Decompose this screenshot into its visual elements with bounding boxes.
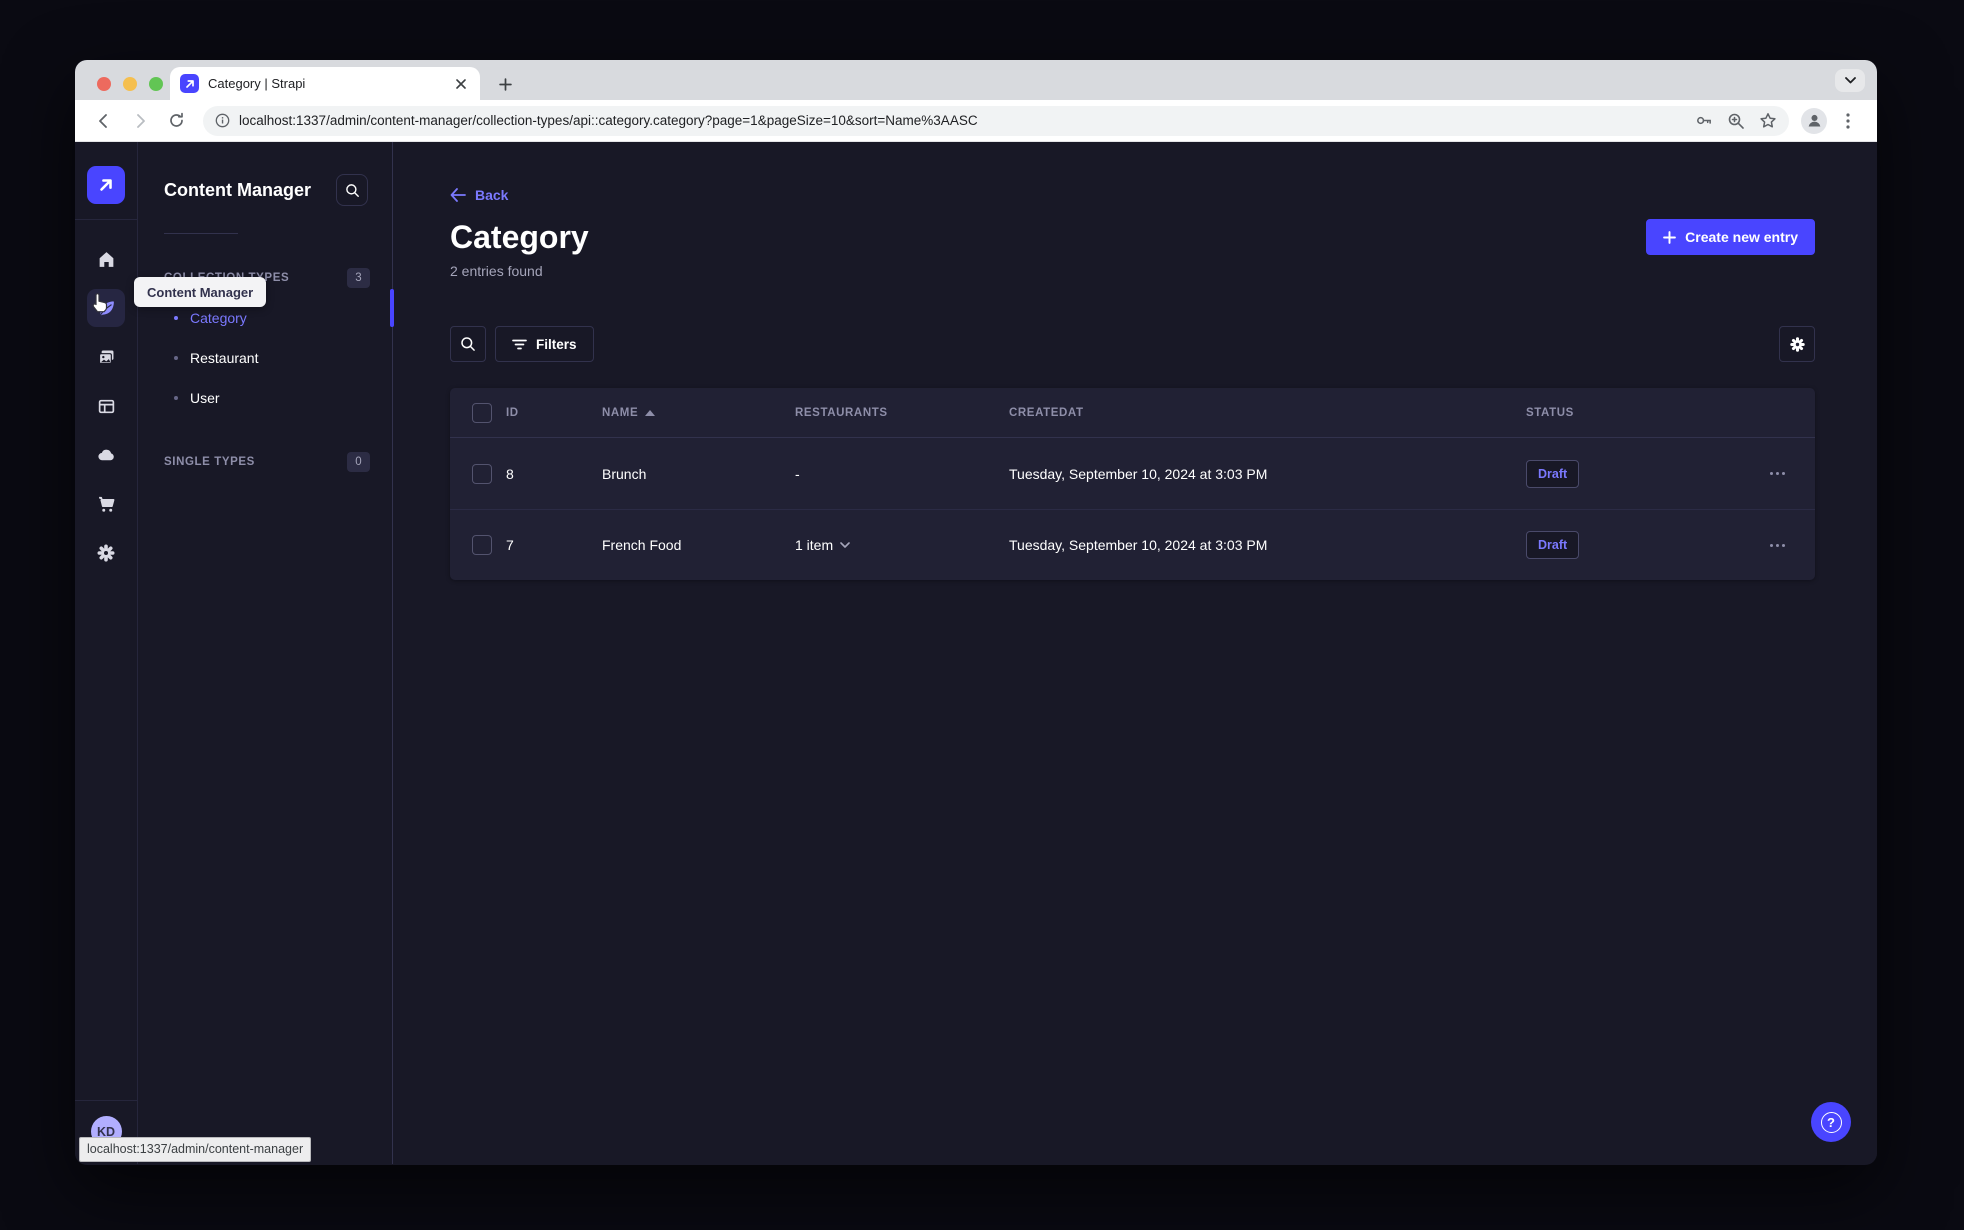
cell-restaurants: - bbox=[795, 465, 800, 482]
rail-footer-divider bbox=[75, 1100, 138, 1101]
cell-id: 7 bbox=[506, 537, 514, 553]
bullet-icon bbox=[174, 316, 178, 320]
column-header-status[interactable]: STATUS bbox=[1526, 407, 1740, 419]
minimize-window-button[interactable] bbox=[123, 77, 137, 91]
page-info-icon[interactable] bbox=[215, 113, 230, 128]
browser-window: Category | Strapi localhost:1337/admin/c… bbox=[75, 60, 1877, 1165]
strapi-admin: KD Content Manager COLLECTION TYPES 3 Ca… bbox=[75, 142, 1877, 1164]
tab-search-chevron-icon[interactable] bbox=[1835, 69, 1865, 92]
maximize-window-button[interactable] bbox=[149, 77, 163, 91]
filter-icon bbox=[512, 339, 527, 349]
column-header-createdat[interactable]: CREATEDAT bbox=[1009, 407, 1526, 419]
strapi-logo-icon[interactable] bbox=[87, 166, 125, 204]
bullet-icon bbox=[174, 356, 178, 360]
select-all-checkbox[interactable] bbox=[472, 402, 492, 423]
table-row[interactable]: 7 French Food 1 item Tuesday, September … bbox=[450, 509, 1815, 580]
subnav-divider bbox=[164, 233, 238, 234]
home-icon[interactable] bbox=[87, 240, 125, 278]
browser-profile-icon[interactable] bbox=[1801, 107, 1827, 134]
hand-cursor-icon bbox=[88, 292, 110, 316]
subnav-item-user[interactable]: User bbox=[138, 378, 392, 418]
back-arrow-icon bbox=[450, 188, 466, 202]
row-actions-menu-icon[interactable] bbox=[1740, 543, 1815, 547]
main-content: Back Category 2 entries found Create new… bbox=[393, 142, 1877, 1164]
column-header-restaurants[interactable]: RESTAURANTS bbox=[795, 407, 1009, 419]
bullet-icon bbox=[174, 396, 178, 400]
table-search-button[interactable] bbox=[450, 326, 486, 362]
cell-restaurants[interactable]: 1 item bbox=[795, 537, 1009, 553]
chevron-down-icon bbox=[840, 542, 850, 548]
filters-button[interactable]: Filters bbox=[495, 326, 594, 362]
page-title: Category bbox=[450, 219, 589, 255]
close-window-button[interactable] bbox=[97, 77, 111, 91]
browser-menu-icon[interactable] bbox=[1833, 106, 1863, 136]
cell-name: French Food bbox=[602, 537, 682, 553]
back-icon[interactable] bbox=[89, 106, 119, 136]
subnav-search-button[interactable] bbox=[336, 174, 368, 206]
content-type-builder-icon[interactable] bbox=[87, 387, 125, 425]
password-key-icon[interactable] bbox=[1694, 111, 1713, 130]
url-text[interactable]: localhost:1337/admin/content-manager/col… bbox=[239, 113, 1685, 128]
link-status-bar: localhost:1337/admin/content-manager bbox=[79, 1137, 312, 1162]
window-controls bbox=[97, 77, 163, 91]
zoom-icon[interactable] bbox=[1727, 112, 1745, 130]
row-checkbox[interactable] bbox=[472, 535, 492, 555]
subnav-item-restaurant[interactable]: Restaurant bbox=[138, 338, 392, 378]
tab-title: Category | Strapi bbox=[208, 76, 306, 91]
marketplace-cart-icon[interactable] bbox=[87, 485, 125, 523]
sort-ascending-icon bbox=[645, 409, 656, 416]
new-tab-button[interactable] bbox=[493, 72, 517, 96]
single-types-label: SINGLE TYPES bbox=[164, 456, 255, 468]
question-mark-icon: ? bbox=[1820, 1111, 1842, 1133]
deploy-cloud-icon[interactable] bbox=[87, 436, 125, 474]
column-header-id[interactable]: ID bbox=[506, 407, 602, 419]
entries-table: ID NAME RESTAURANTS CREATEDAT STATUS 8 B… bbox=[450, 388, 1815, 580]
browser-toolbar: localhost:1337/admin/content-manager/col… bbox=[75, 100, 1877, 142]
strapi-favicon-icon bbox=[180, 74, 199, 93]
cell-id: 8 bbox=[506, 465, 514, 482]
single-types-count-badge: 0 bbox=[347, 452, 370, 472]
browser-tab[interactable]: Category | Strapi bbox=[170, 67, 480, 100]
status-badge: Draft bbox=[1526, 459, 1580, 488]
column-header-name[interactable]: NAME bbox=[602, 407, 795, 419]
cell-name: Brunch bbox=[602, 465, 647, 482]
entries-count: 2 entries found bbox=[450, 263, 543, 279]
forward-icon[interactable] bbox=[125, 106, 155, 136]
tab-close-icon[interactable] bbox=[452, 75, 470, 93]
table-header-row: ID NAME RESTAURANTS CREATEDAT STATUS bbox=[450, 388, 1815, 438]
help-button[interactable]: ? bbox=[1811, 1102, 1851, 1142]
cell-createdat: Tuesday, September 10, 2024 at 3:03 PM bbox=[1009, 465, 1268, 482]
cell-createdat: Tuesday, September 10, 2024 at 3:03 PM bbox=[1009, 537, 1268, 553]
gear-icon bbox=[1789, 336, 1805, 352]
rail-divider bbox=[75, 219, 138, 220]
reload-icon[interactable] bbox=[161, 106, 191, 136]
address-bar[interactable]: localhost:1337/admin/content-manager/col… bbox=[203, 105, 1789, 136]
table-row[interactable]: 8 Brunch - Tuesday, September 10, 2024 a… bbox=[450, 438, 1815, 509]
row-checkbox[interactable] bbox=[472, 463, 492, 484]
content-manager-tooltip: Content Manager bbox=[134, 277, 267, 307]
table-settings-button[interactable] bbox=[1779, 326, 1815, 362]
plus-icon bbox=[1663, 230, 1677, 244]
create-new-entry-button[interactable]: Create new entry bbox=[1646, 219, 1815, 255]
status-badge: Draft bbox=[1526, 531, 1580, 559]
settings-gear-icon[interactable] bbox=[87, 534, 125, 572]
search-icon bbox=[461, 337, 475, 351]
bookmark-star-icon[interactable] bbox=[1759, 112, 1777, 130]
search-icon bbox=[345, 183, 359, 197]
media-library-icon[interactable] bbox=[87, 338, 125, 376]
back-link[interactable]: Back bbox=[450, 187, 1815, 203]
row-actions-menu-icon[interactable] bbox=[1740, 472, 1815, 475]
subnav-title: Content Manager bbox=[164, 179, 312, 200]
collection-types-count-badge: 3 bbox=[347, 268, 370, 288]
tab-strip: Category | Strapi bbox=[75, 60, 1877, 100]
